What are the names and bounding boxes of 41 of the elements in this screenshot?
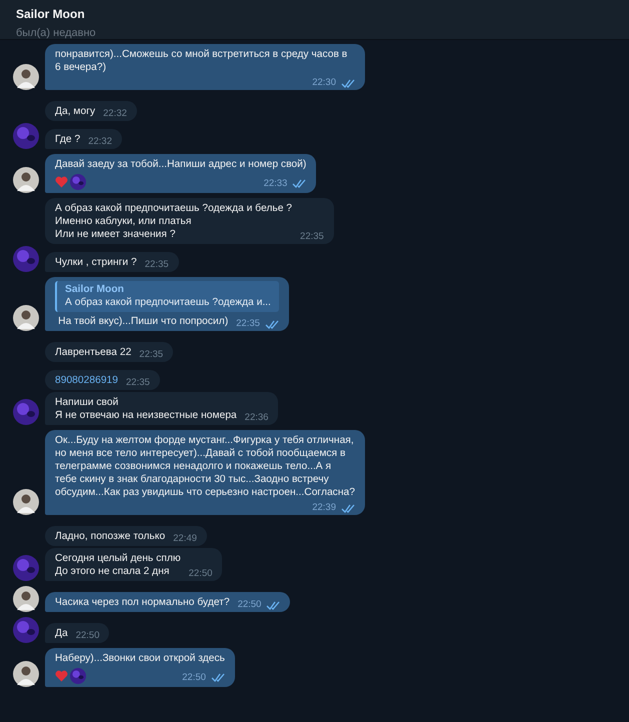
- message-text: Ок...Буду на желтом форде мустанг...Фигурка у тебя отличная, но меня все тело интересует)...Давай с тобой пообщаемся в телеграмме созвонимся ненадолго и покажешь тело...А я тебе скину в знак благодарности 30 тыс...Заодно встречу обсудим...Как раз увидишь что серьезно настроен...Согласна?: [55, 434, 355, 499]
- message-time: 22:32: [103, 108, 127, 120]
- message-time: 22:35: [139, 349, 164, 361]
- message-text: Ладно, попозже только: [55, 530, 166, 543]
- message-time: 22:50: [76, 630, 100, 642]
- message-text: Давай заеду за тобой...Напиши адрес и номер свой): [55, 158, 306, 171]
- message-text: Чулки , стринги ?: [55, 256, 137, 269]
- message-time: 22:35: [236, 318, 260, 330]
- message-text: Наберу)...Звонки свои открой здесь: [55, 652, 225, 665]
- chat-title: Sailor Moon: [16, 7, 85, 21]
- message-text: Часика через пол нормально будет?: [55, 596, 230, 609]
- reply-quote[interactable]: Sailor Moon А образ какой предпочитаешь ?одежда и...: [55, 281, 279, 312]
- message-time: 22:35: [144, 259, 169, 271]
- message-time: 22:50: [188, 568, 212, 580]
- message-time: 22:49: [173, 533, 197, 545]
- message-text: Напиши свой Я не отвечаю на неизвестные номера: [55, 396, 237, 422]
- message-text: Да: [55, 627, 68, 640]
- heart-reaction-icon[interactable]: [55, 670, 68, 682]
- avatar-icon: [70, 174, 86, 190]
- message-text: Сегодня целый день сплю До этого не спала 2 дня: [55, 552, 181, 578]
- reply-author: Sailor Moon: [65, 283, 125, 296]
- message-text: Где ?: [55, 133, 80, 146]
- message-time: 22:35: [300, 231, 324, 243]
- heart-reaction-icon[interactable]: [55, 176, 68, 188]
- message-time: 22:32: [88, 136, 112, 148]
- message-time: 22:39: [312, 502, 336, 514]
- message-text: А образ какой предпочитаешь ?одежда и белье ? Именно каблуки, или платья Или не имеет значения ?: [55, 202, 292, 241]
- reply-text: А образ какой предпочитаешь ?одежда и...: [65, 296, 271, 309]
- message-text: Да, могу: [55, 105, 96, 118]
- phone-link[interactable]: 89080286919: [55, 374, 118, 387]
- message-time: 22:36: [244, 412, 268, 424]
- message-time: 22:33: [264, 177, 288, 190]
- message-text: Лаврентьева 22: [55, 346, 132, 359]
- message-text: На твой вкус)...Пиши что попросил): [58, 315, 228, 328]
- message-time: 22:50: [238, 599, 262, 611]
- message-time: 22:30: [312, 77, 336, 89]
- message-text: понравится)...Сможешь со мной встретиться в среду часов в 6 вечера?): [55, 48, 348, 74]
- avatar-icon: [70, 668, 86, 684]
- message-time: 22:50: [182, 671, 206, 684]
- chat-status: был(а) недавно: [16, 27, 96, 39]
- message-time: 22:35: [126, 377, 150, 389]
